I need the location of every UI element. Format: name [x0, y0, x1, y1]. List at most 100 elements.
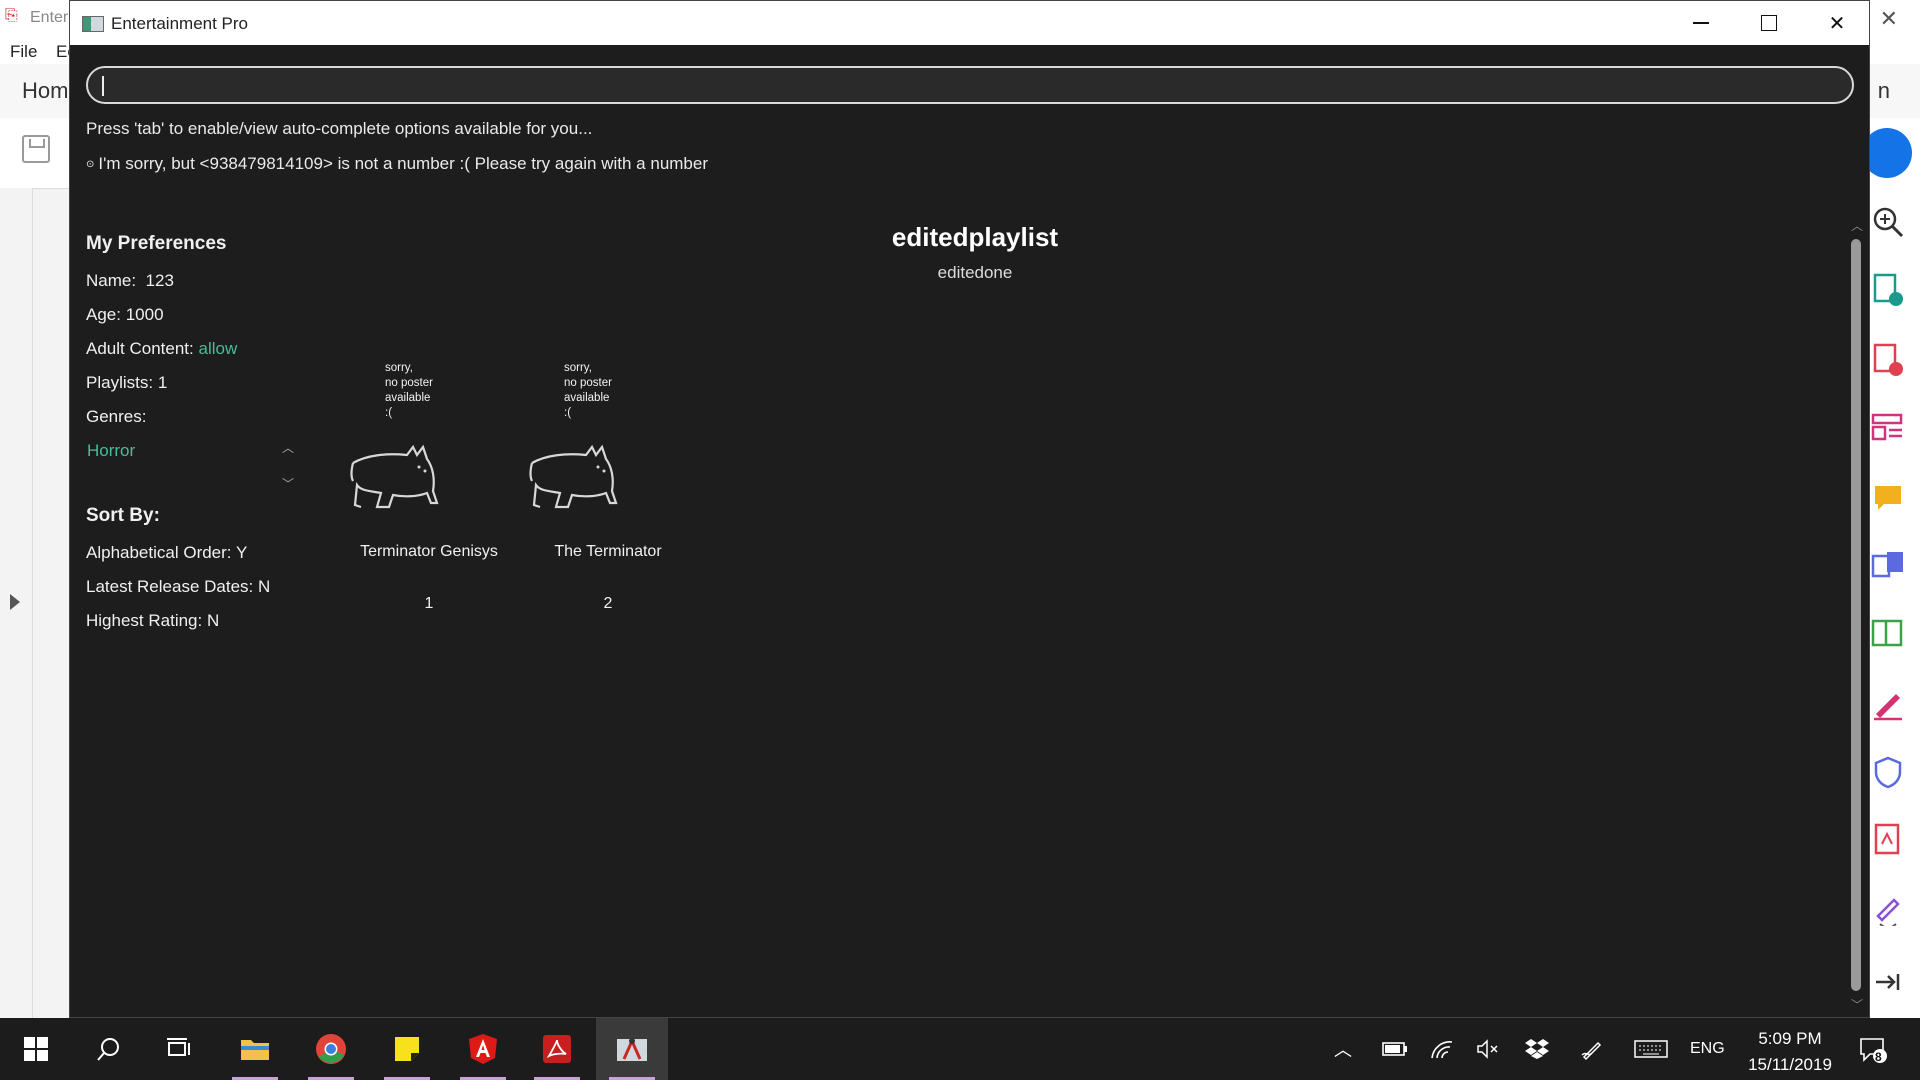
menu-file[interactable]: File: [10, 42, 37, 62]
background-window-title: Enter: [30, 9, 69, 26]
genre-list-item[interactable]: Horror: [87, 441, 135, 461]
taskbar-acrobat[interactable]: [526, 1018, 588, 1080]
window-title: Entertainment Pro: [111, 14, 249, 33]
movie-number: 1: [424, 595, 434, 612]
protect-shield-icon[interactable]: [1870, 754, 1912, 794]
battery-tray[interactable]: [1382, 1018, 1408, 1080]
poster-text-line: sorry,: [385, 362, 413, 374]
background-tab-fragment: n: [1877, 78, 1890, 103]
battery-icon: [1382, 1042, 1407, 1056]
clock-time: 5:09 PM: [1758, 1029, 1822, 1048]
search-button[interactable]: [78, 1018, 140, 1080]
notifications-icon: [1860, 1038, 1887, 1063]
comment-icon[interactable]: [1870, 480, 1912, 520]
windows-logo-icon: [24, 1037, 48, 1061]
sort-latest-value: N: [258, 577, 271, 596]
chevron-up-icon: ︿: [1334, 1040, 1352, 1060]
vertical-scrollbar[interactable]: ︿ ﹀: [1847, 217, 1865, 1013]
sort-alpha: Alphabetical Order: Y: [86, 543, 247, 563]
sort-heading: Sort By:: [86, 505, 160, 526]
touch-keyboard-tray[interactable]: [1634, 1018, 1668, 1080]
edit-pen-icon[interactable]: [1870, 890, 1912, 932]
pref-adult-label: Adult Content:: [86, 339, 194, 358]
action-center-button[interactable]: 8: [1858, 1018, 1888, 1080]
minimize-button[interactable]: [1673, 7, 1729, 39]
acrobat-pdf-icon: ⎘: [5, 7, 18, 24]
tab-home[interactable]: Hom: [22, 78, 68, 104]
minimize-icon: [1693, 22, 1709, 24]
maximize-icon: [1761, 15, 1777, 31]
create-pdf-icon[interactable]: [1870, 342, 1912, 382]
error-message: ⊙ I'm sorry, but <938479814109> is not a …: [86, 154, 708, 174]
cat-outline-icon: [529, 444, 618, 509]
task-view-icon: [167, 1038, 190, 1056]
pen-tray[interactable]: [1580, 1018, 1604, 1080]
taskbar-sticky-notes[interactable]: [376, 1018, 438, 1080]
fill-sign-icon[interactable]: [1870, 686, 1912, 726]
close-button[interactable]: ✕: [1809, 7, 1865, 39]
notification-count: 8: [1875, 1050, 1882, 1064]
pref-adult: Adult Content: allow: [86, 339, 237, 359]
chrome-icon: [316, 1034, 346, 1064]
java-app-icon: [617, 1037, 647, 1061]
app-window-icon: [82, 16, 104, 32]
taskbar-angular[interactable]: [452, 1018, 514, 1080]
poster-text-line: no poster: [564, 377, 612, 389]
dropbox-icon: [1525, 1039, 1549, 1059]
language-indicator[interactable]: ENG: [1690, 1018, 1725, 1080]
close-icon: ✕: [1828, 12, 1846, 35]
pref-genres-label: Genres:: [86, 407, 147, 426]
acrobat-document-icon[interactable]: [1870, 822, 1912, 862]
genre-scroll-up-icon[interactable]: ︿: [282, 439, 294, 456]
sort-latest-label: Latest Release Dates:: [86, 577, 254, 596]
bullet-icon: ⊙: [86, 159, 95, 170]
no-poster-placeholder: sorry, no poster available :(: [385, 361, 433, 421]
maximize-button[interactable]: [1741, 7, 1797, 39]
taskbar-chrome[interactable]: [300, 1018, 362, 1080]
compress-pdf-icon[interactable]: [1870, 616, 1912, 656]
sort-alpha-value: Y: [235, 543, 248, 562]
movie-card[interactable]: sorry, no poster available :( The Termin…: [518, 357, 698, 627]
volume-muted-icon: [1477, 1039, 1498, 1059]
no-poster-placeholder: sorry, no poster available :(: [564, 361, 612, 421]
window-titlebar: Entertainment Pro ✕: [70, 1, 1869, 45]
collapse-pane-icon[interactable]: [1870, 964, 1912, 1004]
movie-title: Terminator Genisys: [360, 543, 498, 560]
network-tray[interactable]: [1430, 1018, 1454, 1080]
entertainment-pro-window: Entertainment Pro ✕ Press 'tab' to enabl…: [69, 0, 1870, 1018]
poster-text-line: sorry,: [564, 362, 592, 374]
movie-card[interactable]: sorry, no poster available :( Terminator…: [339, 357, 519, 627]
scroll-up-icon[interactable]: ︿: [1851, 217, 1863, 234]
poster-text-line: no poster: [385, 377, 433, 389]
expand-pane-arrow-icon[interactable]: [10, 594, 20, 610]
pref-adult-value: allow: [198, 339, 238, 358]
taskbar-java-app[interactable]: [596, 1018, 668, 1080]
genre-scroll-down-icon[interactable]: ﹀: [282, 475, 294, 492]
sticky-notes-icon: [395, 1037, 419, 1061]
organize-pages-icon[interactable]: [1870, 410, 1912, 450]
scroll-down-icon[interactable]: ﹀: [1851, 996, 1863, 1013]
show-hidden-icons-button[interactable]: ︿: [1334, 1018, 1352, 1080]
dropbox-tray[interactable]: [1524, 1018, 1550, 1080]
keyboard-icon: [1634, 1040, 1668, 1058]
system-clock[interactable]: 5:09 PM 15/11/2019: [1740, 1026, 1840, 1078]
text-caret: [102, 76, 104, 96]
error-text: I'm sorry, but <938479814109> is not a n…: [98, 154, 708, 173]
pref-age-label: Age:: [86, 305, 121, 324]
volume-tray[interactable]: [1476, 1018, 1500, 1080]
scrollbar-thumb[interactable]: [1851, 239, 1861, 991]
save-icon[interactable]: [22, 135, 50, 163]
command-input[interactable]: [86, 66, 1854, 104]
poster-text-line: :(: [564, 407, 572, 419]
pref-age-value: 1000: [125, 305, 164, 324]
pref-playlists: Playlists: 1: [86, 373, 167, 393]
combine-files-icon[interactable]: [1870, 548, 1912, 588]
autocomplete-hint: Press 'tab' to enable/view auto-complete…: [86, 119, 593, 138]
background-close-icon[interactable]: ✕: [1880, 6, 1898, 32]
start-button[interactable]: [4, 1018, 66, 1080]
sort-rating-label: Highest Rating:: [86, 611, 203, 630]
task-view-button[interactable]: [148, 1018, 210, 1080]
sort-rating: Highest Rating: N: [86, 611, 219, 631]
taskbar-file-explorer[interactable]: [224, 1018, 286, 1080]
poster-text-line: :(: [385, 407, 393, 419]
